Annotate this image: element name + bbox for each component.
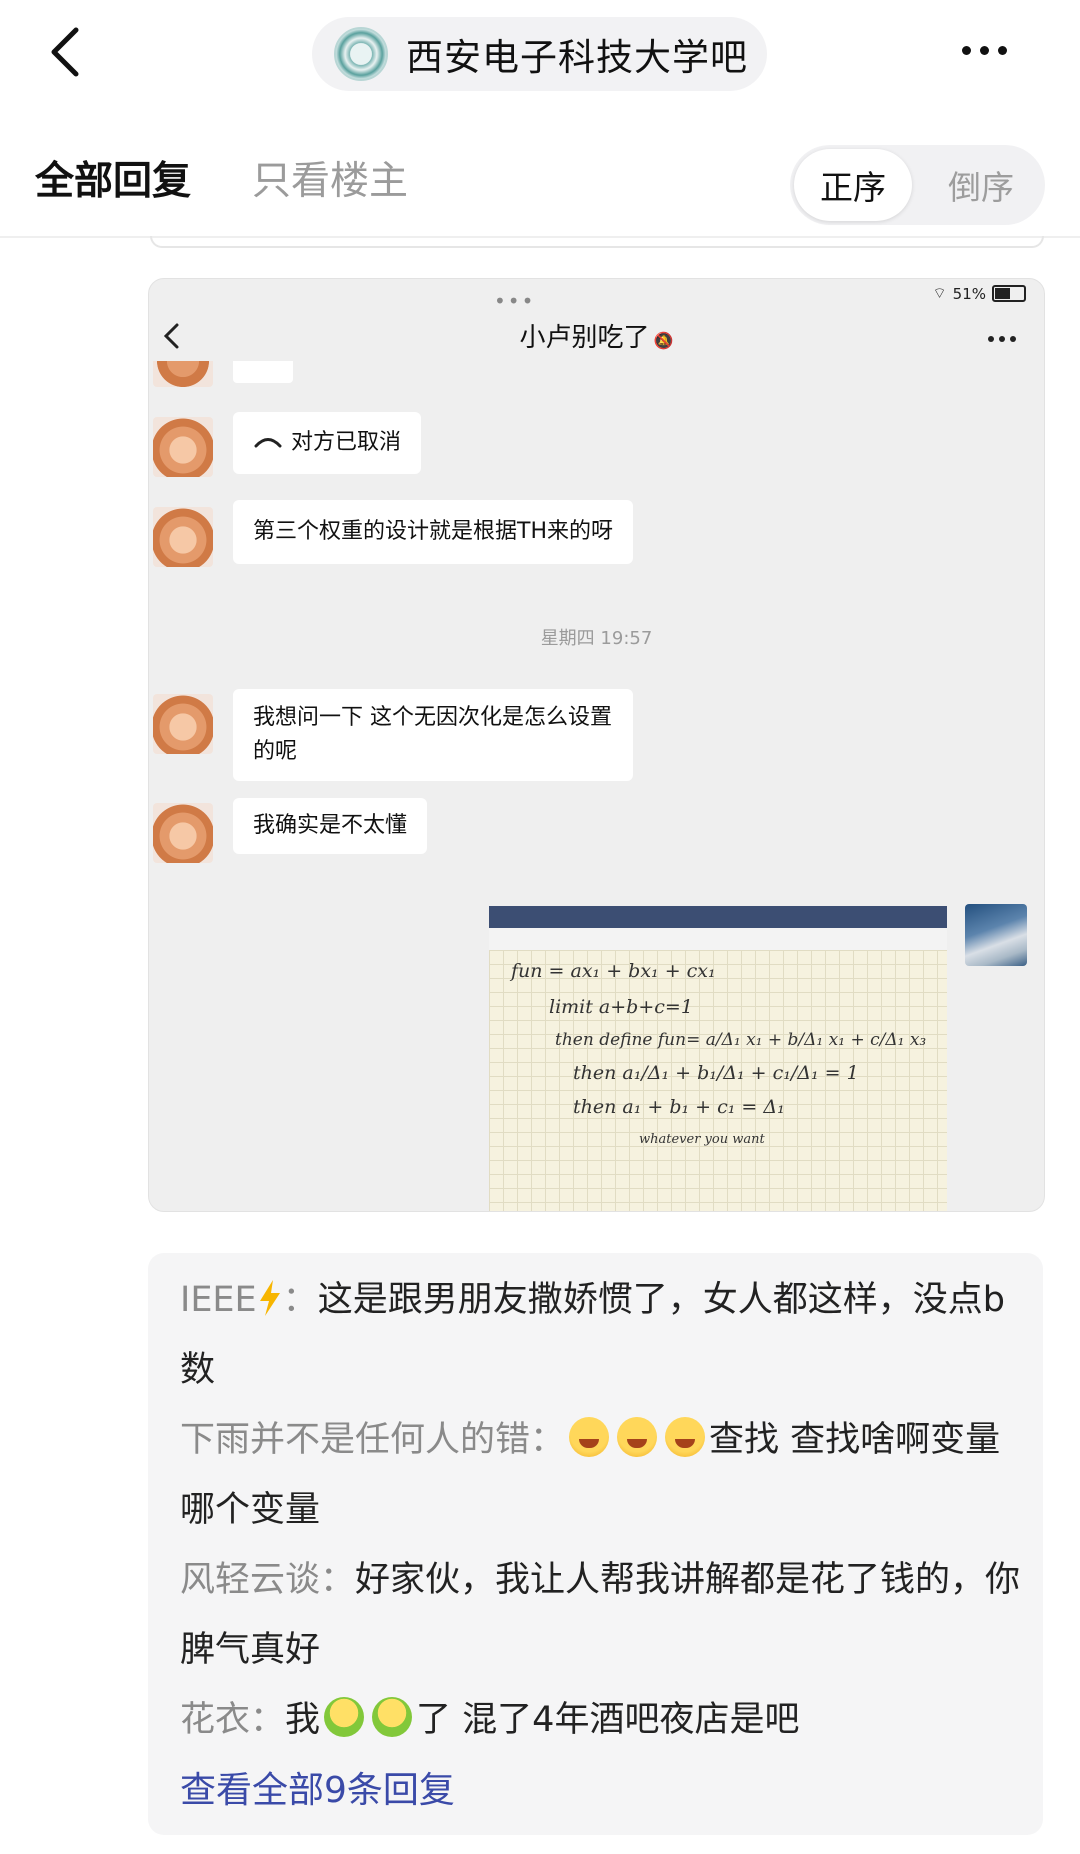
reply-user[interactable]: 下雨并不是任何人的错 — [180, 1420, 530, 1460]
note-line: limit a+b+c=1 — [549, 996, 693, 1018]
reply-text-pre: 我 — [285, 1700, 321, 1740]
tab-all-replies[interactable]: 全部回复 — [35, 150, 191, 206]
note-line: then define fun= a/Δ₁ x₁ + b/Δ₁ x₁ + c/Δ… — [555, 1030, 927, 1050]
back-chevron-icon[interactable] — [40, 22, 100, 82]
reply-user[interactable]: 花衣 — [180, 1700, 250, 1740]
note-line: fun = ax₁ + bx₁ + cx₁ — [511, 960, 716, 982]
reply-user[interactable]: IEEE — [180, 1280, 257, 1320]
chat-screenshot-image[interactable]: ••• ⌔ 51% 小卢别吃了 🔕 对方已取消 第三个权重的设计就是根据TH来的呀… — [148, 278, 1045, 1212]
message-bubble: 对方已取消 — [233, 412, 422, 474]
reply-text-post: 了 混了4年酒吧夜店是吧 — [416, 1700, 800, 1740]
reply-separator: ： — [530, 1420, 566, 1460]
order-toggle: 正序 倒序 — [790, 145, 1045, 225]
nauseated-emoji-icon — [372, 1697, 413, 1737]
note-line: then a₁ + b₁ + c₁ = Δ₁ — [573, 1096, 785, 1118]
note-app-titlebar — [489, 906, 947, 928]
lightning-icon — [259, 1280, 280, 1316]
reply-item[interactable]: 风轻云谈：好家伙，我让人帮我讲解都是花了钱的，你脾气真好 — [180, 1545, 1028, 1685]
message-text: 我确实是不太懂 — [253, 813, 408, 838]
more-dots-icon[interactable] — [962, 40, 1022, 70]
reply-item[interactable]: IEEE ：这是跟男朋友撒娇惯了，女人都这样，没点b数 — [180, 1265, 1028, 1405]
laughing-emoji-icon — [617, 1417, 658, 1457]
battery-icon — [992, 285, 1026, 302]
forum-logo-icon — [334, 27, 388, 81]
chat-title-text: 小卢别吃了 — [519, 323, 650, 353]
message-text: 对方已取消 — [291, 430, 402, 455]
avatar — [153, 694, 213, 754]
my-avatar — [965, 904, 1027, 966]
message-bubble — [233, 361, 293, 383]
avatar — [153, 803, 213, 863]
mute-bell-icon: 🔕 — [653, 331, 674, 350]
note-app-toolbar — [489, 928, 947, 951]
forum-name-pill[interactable]: 西安电子科技大学吧 — [312, 17, 767, 91]
reply-user[interactable]: 风轻云谈 — [180, 1560, 320, 1600]
message-text: 第三个权重的设计就是根据TH来的呀 — [253, 519, 613, 544]
reply-separator: ： — [250, 1700, 286, 1740]
avatar — [153, 417, 213, 477]
order-desc-button[interactable]: 倒序 — [922, 149, 1040, 221]
chat-timestamp: 星期四 19:57 — [540, 628, 653, 649]
reply-item[interactable]: 下雨并不是任何人的错： 查找 查找啥啊变量 哪个变量 — [180, 1405, 1028, 1545]
status-bar: ⌔ 51% — [933, 284, 1026, 303]
reply-separator: ： — [282, 1280, 318, 1320]
reply-item[interactable]: 花衣：我 了 混了4年酒吧夜店是吧 — [180, 1685, 1028, 1755]
order-asc-button[interactable]: 正序 — [794, 149, 912, 221]
message-bubble: 我确实是不太懂 — [233, 798, 428, 854]
forum-name: 西安电子科技大学吧 — [406, 36, 748, 79]
handwritten-note-image: fun = ax₁ + bx₁ + cx₁ limit a+b+c=1 then… — [489, 906, 947, 1211]
message-text: 我想问一下 这个无因次化是怎么设置的呢 — [253, 705, 612, 764]
battery-percent: 51% — [952, 284, 986, 303]
view-all-replies-link[interactable]: 查看全部9条回复 — [180, 1761, 455, 1813]
tab-op-only[interactable]: 只看楼主 — [252, 150, 408, 206]
phone-hangup-icon — [254, 438, 282, 448]
multitask-dots-icon: ••• — [494, 289, 536, 313]
note-line: whatever you want — [639, 1132, 765, 1147]
reply-separator: ： — [320, 1560, 356, 1600]
message-bubble: 我想问一下 这个无因次化是怎么设置的呢 — [233, 689, 633, 781]
sub-replies-panel: IEEE ：这是跟男朋友撒娇惯了，女人都这样，没点b数 下雨并不是任何人的错： 查找… — [148, 1253, 1043, 1835]
wifi-icon: ⌔ — [932, 284, 947, 302]
chat-title: 小卢别吃了 🔕 — [149, 317, 1044, 354]
note-line: then a₁/Δ₁ + b₁/Δ₁ + c₁/Δ₁ = 1 — [573, 1062, 859, 1084]
message-bubble: 第三个权重的设计就是根据TH来的呀 — [233, 500, 633, 564]
laughing-emoji-icon — [569, 1417, 610, 1457]
previous-card-edge — [150, 236, 1044, 248]
chat-more-icon — [983, 327, 1016, 346]
nauseated-emoji-icon — [324, 1697, 365, 1737]
avatar — [153, 507, 213, 567]
avatar — [153, 361, 213, 387]
laughing-emoji-icon — [665, 1417, 706, 1457]
